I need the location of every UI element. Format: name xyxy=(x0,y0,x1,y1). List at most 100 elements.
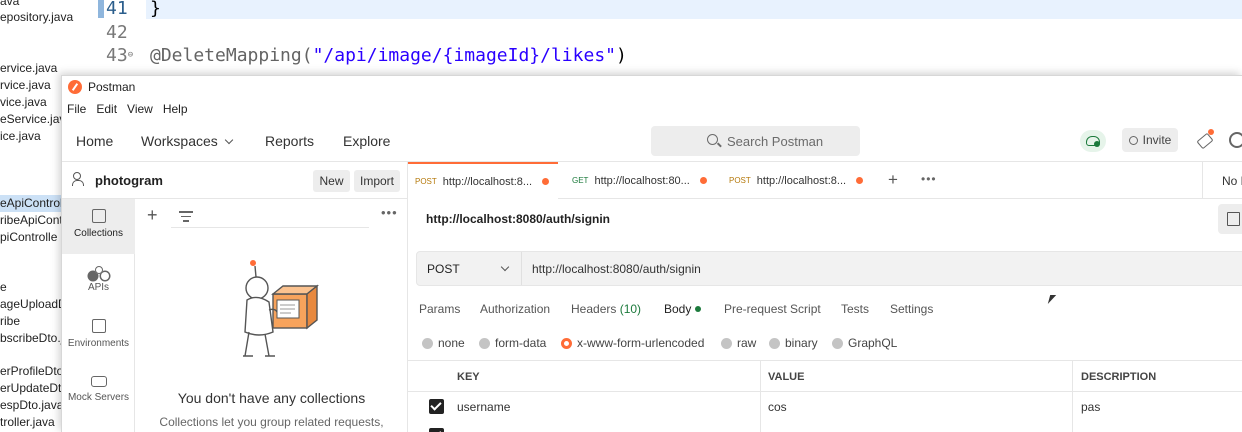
tree-item[interactable]: troller.java xyxy=(0,414,55,431)
annotation-text: @DeleteMapping( xyxy=(150,45,313,66)
rail-collections[interactable]: Collections xyxy=(62,199,135,254)
request-tab-1[interactable]: POST http://localhost:8... xyxy=(408,162,558,199)
top-nav: Home Workspaces Reports Explore Search P… xyxy=(62,120,1242,162)
radio-graphql[interactable]: GraphQL xyxy=(832,336,897,350)
radio-button xyxy=(769,337,780,349)
subtab-tests[interactable]: Tests xyxy=(841,302,869,316)
window-title: Postman xyxy=(88,80,136,94)
empty-collections-illustration xyxy=(243,260,319,357)
code-line-43[interactable]: @DeleteMapping("/api/image/{imageId}/lik… xyxy=(150,45,1242,66)
gear-icon[interactable] xyxy=(1229,132,1242,148)
tab-url: http://localhost:8... xyxy=(756,174,847,187)
string-literal: "/api/image/{imageId}/likes" xyxy=(312,45,616,66)
column-header-key: KEY xyxy=(457,371,480,383)
request-tabs: POST http://localhost:8... GET http://lo… xyxy=(408,162,1242,199)
tree-item[interactable]: epository.java xyxy=(0,9,73,26)
title-bar[interactable]: Postman xyxy=(62,76,1242,98)
radio-label: none xyxy=(438,336,465,350)
search-bar[interactable]: Search Postman xyxy=(651,126,860,156)
method-select[interactable]: POST xyxy=(417,252,522,285)
filter-icon[interactable] xyxy=(179,211,193,225)
radio-label: binary xyxy=(785,336,818,350)
row-enabled-checkbox[interactable] xyxy=(429,428,444,432)
more-options-icon[interactable]: ••• xyxy=(381,205,398,220)
menu-view[interactable]: View xyxy=(127,102,153,116)
tree-item[interactable]: ice.java xyxy=(0,128,41,145)
more-tabs-icon[interactable]: ••• xyxy=(921,172,937,186)
url-input[interactable]: http://localhost:8080/auth/signin xyxy=(532,262,701,276)
request-tab-3[interactable]: POST http://localhost:8... xyxy=(722,162,864,199)
radio-binary[interactable]: binary xyxy=(769,336,818,350)
new-button[interactable]: New xyxy=(313,170,350,192)
tree-item[interactable]: ribeApiCont xyxy=(0,212,63,229)
nav-home[interactable]: Home xyxy=(76,133,113,149)
subtab-settings[interactable]: Settings xyxy=(890,302,933,316)
invite-button[interactable]: Invite xyxy=(1122,128,1178,152)
request-tab-2[interactable]: GET http://localhost:80... xyxy=(566,162,707,199)
nav-workspaces[interactable]: Workspaces xyxy=(141,133,234,149)
line-number-43: 43⊖ xyxy=(106,45,144,66)
radio-button xyxy=(422,337,433,349)
radio-none[interactable]: none xyxy=(422,336,465,350)
tree-item[interactable]: espDto.java xyxy=(0,397,63,414)
radio-urlencoded[interactable]: x-www-form-urlencoded xyxy=(561,336,704,350)
add-collection-icon[interactable]: + xyxy=(147,206,158,224)
fold-icon[interactable]: ⊖ xyxy=(128,50,133,60)
rail-mock-servers[interactable]: Mock Servers xyxy=(62,364,135,419)
rail-apis[interactable]: APIs xyxy=(62,254,135,309)
tree-item[interactable]: ageUploadD xyxy=(0,296,67,313)
tree-item[interactable]: ervice.java xyxy=(0,60,57,77)
subtab-headers[interactable]: Headers (10) xyxy=(571,302,641,316)
environment-selector[interactable]: No E xyxy=(1202,162,1242,199)
param-key[interactable]: username xyxy=(457,400,510,414)
unsaved-dot xyxy=(699,177,707,184)
nav-explore[interactable]: Explore xyxy=(343,133,390,149)
menu-file[interactable]: File xyxy=(67,102,86,116)
radio-form-data[interactable]: form-data xyxy=(479,336,546,350)
subtab-body[interactable]: Body xyxy=(664,302,702,316)
empty-state-subtitle: Collections let you group related reques… xyxy=(159,415,384,429)
tree-item[interactable]: rvice.java xyxy=(0,77,51,94)
collections-toolbar: + ••• xyxy=(135,199,408,233)
tab-url: http://localhost:80... xyxy=(594,174,690,187)
user-plus-icon xyxy=(1128,135,1138,145)
tree-item[interactable]: piControlle xyxy=(0,229,57,246)
tree-item[interactable]: erUpdateDto xyxy=(0,380,68,397)
search-placeholder: Search Postman xyxy=(727,133,824,149)
body-params-table: KEY VALUE DESCRIPTION username cos pas xyxy=(408,360,1242,432)
request-name[interactable]: http://localhost:8080/auth/signin xyxy=(426,212,610,226)
apis-icon xyxy=(94,266,103,274)
param-value[interactable]: cos xyxy=(768,400,787,414)
nav-workspaces-label: Workspaces xyxy=(141,133,218,149)
import-button[interactable]: Import xyxy=(354,170,400,192)
tree-item[interactable]: vice.java xyxy=(0,94,47,111)
param-description[interactable]: pas xyxy=(1081,400,1100,414)
radio-raw[interactable]: raw xyxy=(721,336,756,350)
code-line-41[interactable]: } xyxy=(150,0,1242,19)
save-icon[interactable] xyxy=(1218,204,1242,234)
environments-icon xyxy=(91,319,106,333)
radio-button-selected xyxy=(561,337,572,349)
new-tab-icon[interactable]: + xyxy=(888,170,898,190)
postman-window: Postman File Edit View Help Home Workspa… xyxy=(61,75,1242,432)
tree-item[interactable]: erProfileDto. xyxy=(0,363,67,380)
rail-apis-label: APIs xyxy=(87,282,110,293)
collections-search[interactable] xyxy=(171,204,369,228)
tree-item[interactable]: ribe xyxy=(0,313,20,330)
tree-item[interactable]: e xyxy=(0,279,7,296)
subtab-prerequest[interactable]: Pre-request Script xyxy=(724,302,821,316)
subtab-headers-label: Headers xyxy=(571,302,617,316)
menu-edit[interactable]: Edit xyxy=(96,102,117,116)
menu-help[interactable]: Help xyxy=(163,102,188,116)
change-marker xyxy=(98,0,104,18)
workspace-name[interactable]: photogram xyxy=(95,173,163,188)
subtab-params[interactable]: Params xyxy=(419,302,460,316)
sync-status-icon[interactable] xyxy=(1080,130,1106,152)
nav-reports[interactable]: Reports xyxy=(265,133,314,149)
rail-environments[interactable]: Environments xyxy=(62,309,135,364)
subtab-authorization[interactable]: Authorization xyxy=(480,302,550,316)
sidebar: photogram New Import Collections APIs En… xyxy=(62,162,408,432)
row-enabled-checkbox[interactable] xyxy=(429,399,444,414)
tree-item[interactable]: bscribeDto.ja xyxy=(0,330,70,347)
menu-bar: File Edit View Help xyxy=(62,98,198,120)
